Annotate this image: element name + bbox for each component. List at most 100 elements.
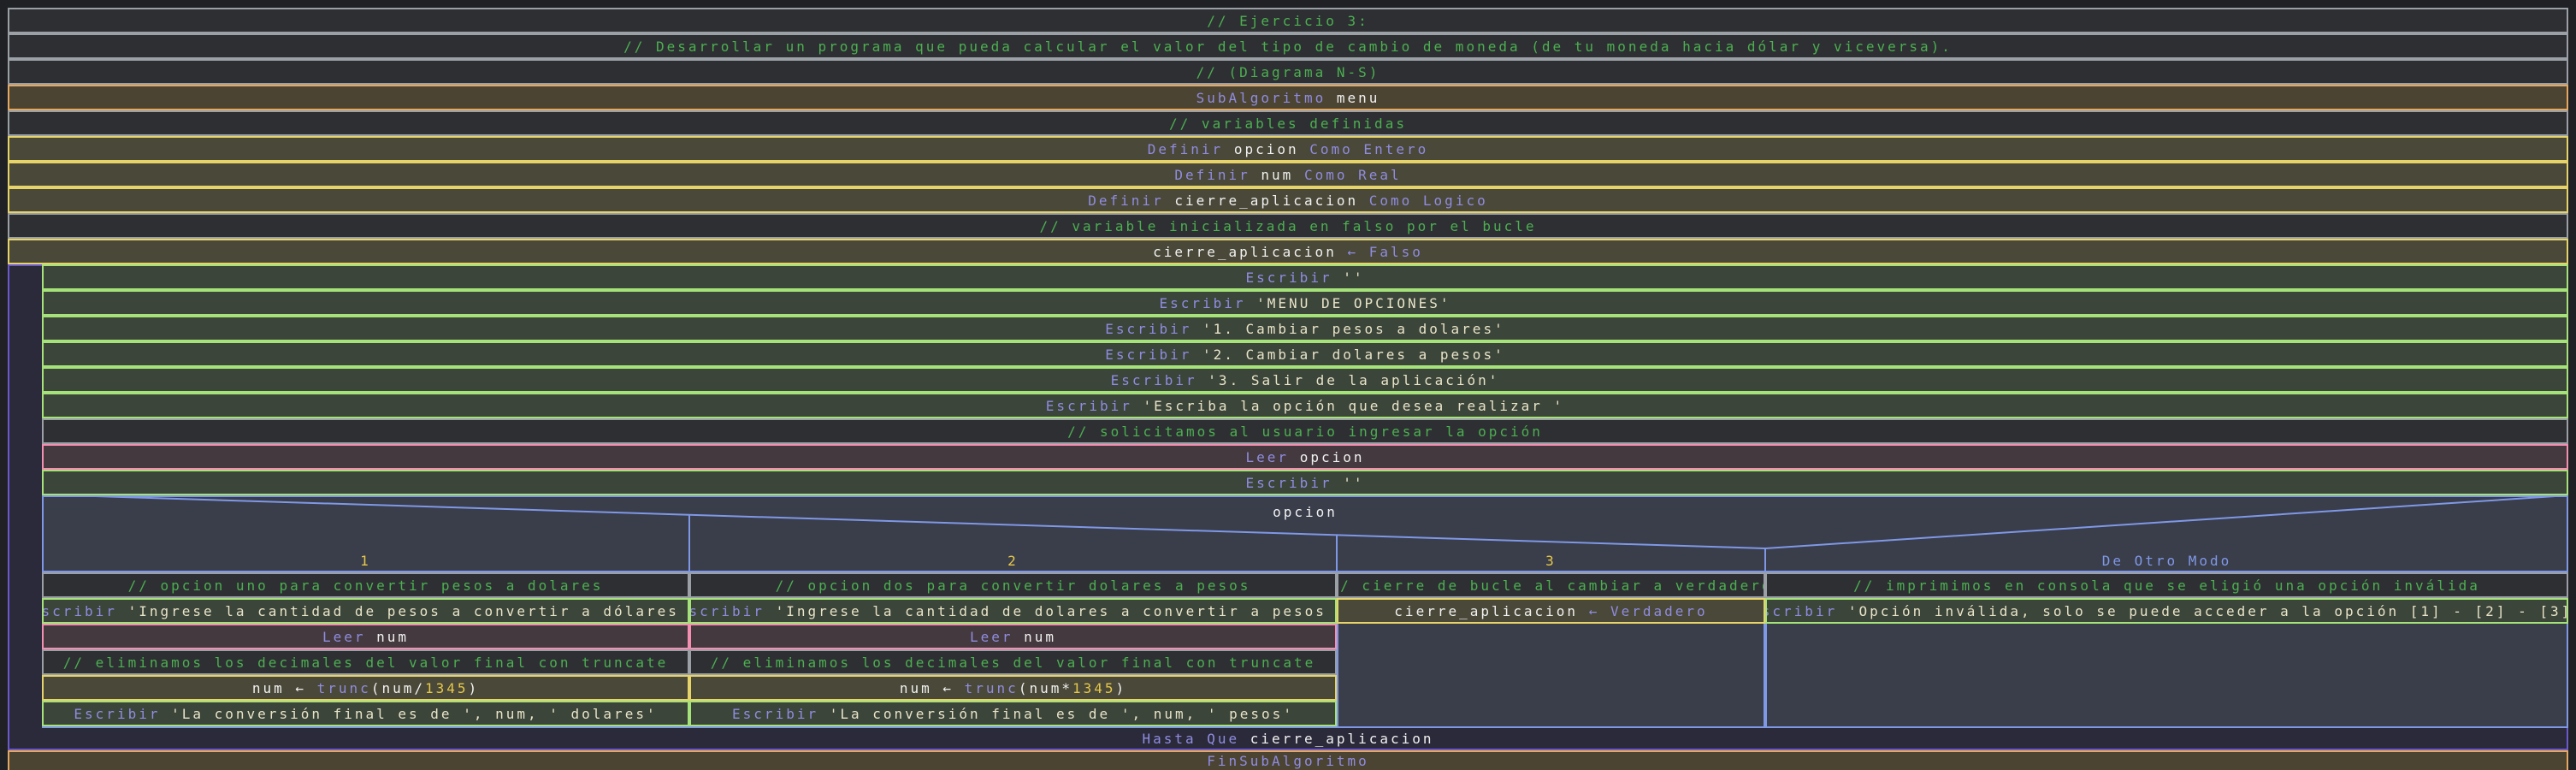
assign-target: num ← [251,679,317,696]
write-blank-2[interactable]: Escribir '' [42,470,2568,495]
comment-ask: // solicitamos al usuario ingresar la op… [42,418,2568,444]
assign-arrow: ← [1347,243,1359,260]
keyword: Leer [969,628,1013,645]
string: 'MENU DE OPCIONES' [1256,294,1451,311]
comment-text: // (Diagrama N-S) [1196,63,1380,80]
case2-comment-trunc: // eliminamos los decimales del valor fi… [689,649,1337,675]
string: '3. Salir de la aplicación' [1208,371,1500,388]
keyword: Escribir [1105,320,1192,337]
keyword: Escribir [1159,294,1246,311]
string: 'Ingrese la cantidad de pesos a converti… [127,602,689,619]
string: '2. Cambiar dolares a pesos' [1202,346,1505,363]
write-prompt[interactable]: Escribir 'Escriba la opción que desea re… [42,393,2568,418]
keyword: Escribir [42,602,117,619]
case3-assign[interactable]: cierre_aplicacion ← Verdadero [1337,598,1765,624]
number: 1345 [424,679,469,696]
keyword: Como Entero [1309,140,1429,157]
write-option-3[interactable]: Escribir '3. Salir de la aplicación' [42,367,2568,393]
comment-init: // variable inicializada en falso por el… [8,213,2568,239]
comment-text: // variables definidas [1169,115,1407,132]
case3-comment: // cierre de bucle al cambiar a verdader… [1337,572,1765,598]
keyword: SubAlgoritmo [1196,89,1326,106]
comment-title: // Ejercicio 3: [8,8,2568,33]
case1-assign[interactable]: num ← trunc (num/1345) [42,675,689,701]
string: '' [1343,474,1365,491]
write-menu-title[interactable]: Escribir 'MENU DE OPCIONES' [42,290,2568,316]
string: 'Escriba la opción que desea realizar ' [1143,397,1565,414]
write-blank[interactable]: Escribir '' [42,264,2568,290]
case2-read-num[interactable]: Leer num [689,624,1337,649]
string: 'Ingrese la cantidad de dolares a conver… [775,602,1337,619]
comment-text: // imprimimos en consola que se eligió u… [1853,577,2480,594]
case1-comment-trunc: // eliminamos los decimales del valor fi… [42,649,689,675]
comment-text: // eliminamos los decimales del valor fi… [710,654,1316,671]
case2-assign[interactable]: num ← trunc (num* 1345) [689,675,1337,701]
read-opcion[interactable]: Leer opcion [42,444,2568,470]
case1-write-result[interactable]: Escribir 'La conversión final es de ', n… [42,701,689,726]
subalgorithm-end[interactable]: FinSubAlgoritmo [8,750,2568,770]
case1-read-num[interactable]: Leer num [42,624,689,649]
function: trunc [964,679,1019,696]
variable: num [376,628,410,645]
variable: cierre_aplicacion [1153,243,1337,260]
keyword: Escribir [1245,269,1332,286]
keyword: Escribir [689,602,765,619]
case2-write-prompt[interactable]: Escribir 'Ingrese la cantidad de dolares… [689,598,1337,624]
keyword: Definir [1147,140,1224,157]
define-opcion[interactable]: Definir opcion Como Entero [8,136,2568,162]
variable: num [1024,628,1057,645]
case2-comment: // opcion dos para convertir dolares a p… [689,572,1337,598]
keyword: Escribir [74,705,161,722]
keyword: Definir [1088,192,1164,209]
variable: opcion [1299,448,1365,465]
variable: num [1261,166,1294,183]
comment-diagram: // (Diagrama N-S) [8,59,2568,85]
keyword: Escribir [1045,397,1132,414]
keyword: Leer [1245,448,1290,465]
comment-text: // solicitamos al usuario ingresar la op… [1067,423,1543,440]
comment-text: // eliminamos los decimales del valor fi… [62,654,669,671]
keyword: Escribir [1245,474,1332,491]
case2-write-result[interactable]: Escribir 'La conversión final es de ', n… [689,701,1337,726]
define-num[interactable]: Definir num Como Real [8,162,2568,187]
keyword: Escribir [732,705,819,722]
expression: ) [468,679,480,696]
case-label-1: 1 [360,552,371,569]
number: 1345 [1072,679,1116,696]
string: '' [1343,269,1365,286]
keyword: Como Logico [1368,192,1488,209]
case-label-2: 2 [1007,552,1019,569]
string: 'La conversión final es de ', num, ' dol… [171,705,658,722]
value: Falso [1368,243,1423,260]
define-cierre[interactable]: Definir cierre_aplicacion Como Logico [8,187,2568,213]
comment-description: // Desarrollar un programa que pueda cal… [8,33,2568,59]
write-option-1[interactable]: Escribir '1. Cambiar pesos a dolares' [42,316,2568,341]
case1-write-prompt[interactable]: Escribir 'Ingrese la cantidad de pesos a… [42,598,689,624]
keyword: Definir [1174,166,1250,183]
case-label-other: De Otro Modo [2101,552,2232,569]
variable: cierre_aplicacion [1250,730,1434,747]
comment-vars: // variables definidas [8,110,2568,136]
expression: ) [1115,679,1127,696]
keyword: Hasta Que [1142,730,1240,747]
string: '1. Cambiar pesos a dolares' [1202,320,1505,337]
repeat-until[interactable]: Hasta Que cierre_aplicacion [8,728,2568,750]
keyword: Leer [322,628,366,645]
comment-text: // opcion dos para convertir dolares a p… [775,577,1251,594]
keyword: Escribir [1105,346,1192,363]
comment-text: // Desarrollar un programa que pueda cal… [623,38,1953,55]
case1-comment: // opcion uno para convertir pesos a dol… [42,572,689,598]
assign-target: num ← [899,679,965,696]
comment-text: // opcion uno para convertir pesos a dol… [127,577,604,594]
keyword: Escribir [1767,602,1838,619]
default-write-invalid[interactable]: Escribir 'Opción inválida, solo se puede… [1765,598,2568,624]
subalgorithm-header[interactable]: SubAlgoritmo menu [8,85,2568,110]
comment-text: // cierre de bucle al cambiar a verdader… [1337,577,1765,594]
variable: opcion [1233,140,1299,157]
variable: cierre_aplicacion [1174,192,1359,209]
expression: (num* [1018,679,1072,696]
assign-init[interactable]: cierre_aplicacion ← Falso [8,239,2568,264]
write-option-2[interactable]: Escribir '2. Cambiar dolares a pesos' [42,341,2568,367]
string: 'Opción inválida, solo se puede acceder … [1847,602,2568,619]
value: Verdadero [1610,602,1708,619]
